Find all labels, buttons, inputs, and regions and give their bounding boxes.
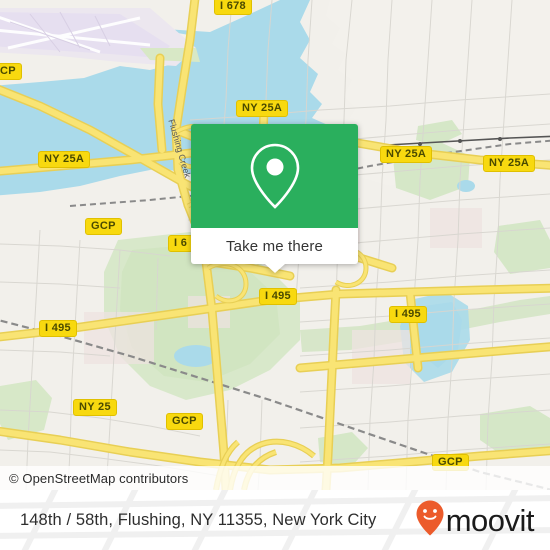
popup-pin-area [191,124,358,228]
moovit-wordmark: moovit [445,502,535,538]
map-shield-ny25a-left: NY 25A [38,151,91,168]
map-attribution-bar: © OpenStreetMap contributors [0,466,550,490]
map-shield-ny25a-mid: NY 25A [380,146,433,163]
destination-popup[interactable]: Take me there [191,124,358,273]
map-shield-gcp-clipped: CP [0,63,22,80]
map-shield-i495-left: I 495 [39,320,77,337]
popup-pointer [264,264,285,273]
take-me-there-label: Take me there [226,237,323,255]
map-shield-i678-clipped: I 6 [168,235,194,252]
map-shield-ny25a-top: NY 25A [236,100,289,117]
take-me-there-button[interactable]: Take me there [191,228,358,273]
moovit-pin-icon [416,500,444,541]
map-shield-ny25a-right: NY 25A [483,155,536,172]
map-shield-gcp-left: GCP [85,218,122,235]
map-shield-gcp-bottomleft: GCP [166,413,203,430]
map-shield-ny25: NY 25 [73,399,117,416]
moovit-map-screen: Flushing Creek I 678 CP NY 25A NY 25A NY… [0,0,550,550]
osm-attribution-text[interactable]: © OpenStreetMap contributors [0,471,188,486]
location-pin-icon [247,141,303,211]
moovit-logo[interactable]: moovit [416,500,535,541]
map-canvas[interactable]: Flushing Creek I 678 CP NY 25A NY 25A NY… [0,0,550,490]
map-shield-i495-right: I 495 [389,306,427,323]
map-shield-i495-center: I 495 [259,288,297,305]
address-text: 148th / 58th, Flushing, NY 11355, New Yo… [20,510,377,529]
map-shield-i678: I 678 [214,0,252,15]
footer-bar: 148th / 58th, Flushing, NY 11355, New Yo… [0,490,550,550]
